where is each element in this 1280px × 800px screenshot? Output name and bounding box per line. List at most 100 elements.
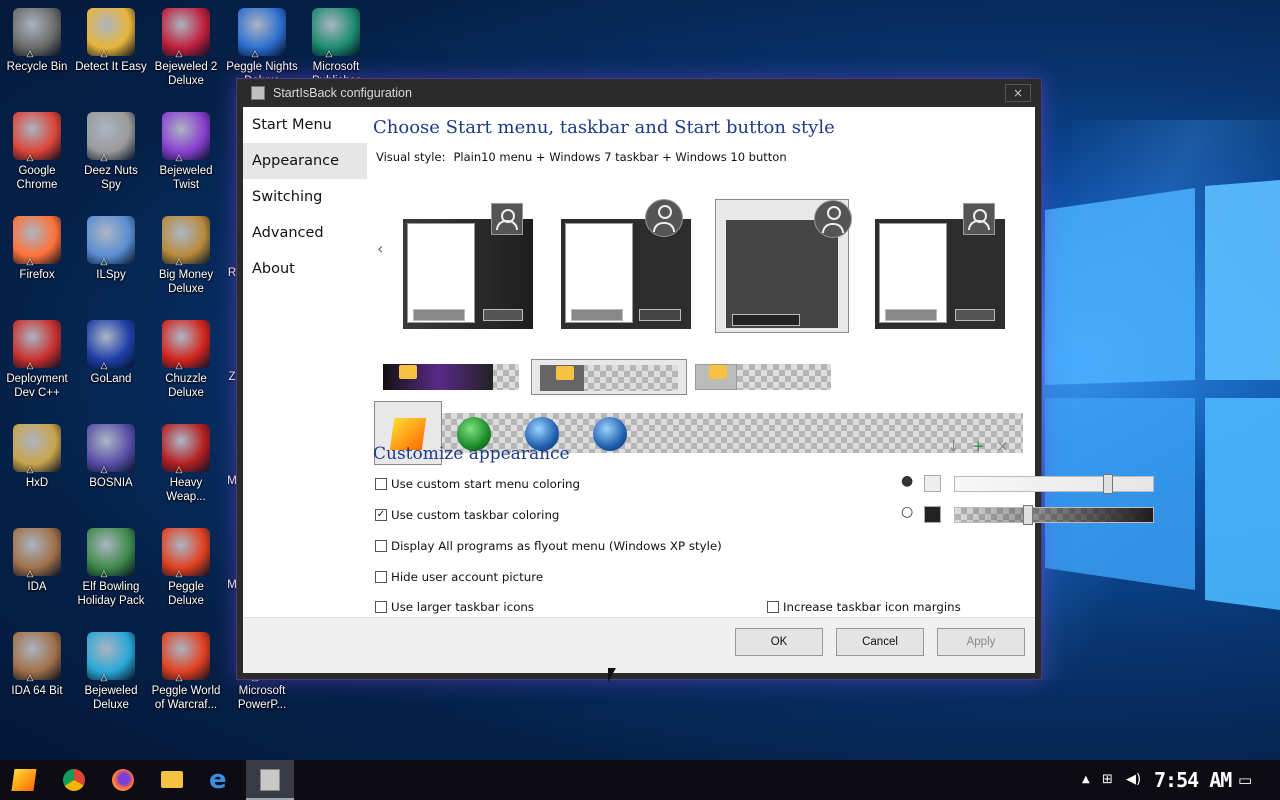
shortcut-arrow-icon: △ (175, 48, 183, 58)
taskbar-chrome[interactable] (50, 760, 98, 800)
desktop-icon-label: HxD (25, 477, 49, 489)
apply-button[interactable]: Apply (937, 628, 1025, 656)
taskbar-firefox[interactable] (99, 760, 147, 800)
desktop-icon[interactable]: △ Google Chrome (0, 112, 74, 192)
cancel-button[interactable]: Cancel (836, 628, 924, 656)
opacity-drop-outline-icon: ○ (901, 504, 914, 520)
desktop-icon-label: Bejeweled 2 Deluxe (154, 61, 218, 87)
checkbox-checked[interactable]: ✓ (375, 509, 387, 521)
sidebar-item-advanced[interactable]: Advanced (243, 215, 367, 251)
desktop-icon[interactable]: △ Bejeweled Deluxe (74, 632, 148, 712)
start-menu-transparency-slider[interactable] (954, 474, 1154, 494)
shortcut-arrow-icon: △ (100, 256, 108, 266)
folder-icon (709, 365, 727, 379)
checkbox[interactable] (375, 601, 387, 613)
desktop-icon[interactable]: △ GoLand (74, 320, 148, 386)
taskbar-style-thumbnail[interactable] (383, 359, 523, 395)
desktop-icon[interactable]: △ HxD (0, 424, 74, 490)
option-hide-user-picture[interactable]: Hide user account picture (375, 570, 543, 584)
desktop-icon[interactable]: △ Peggle World of Warcraf... (149, 632, 223, 712)
peggle-wow-icon: △ (162, 632, 210, 682)
desktop-icon[interactable]: △ Big Money Deluxe (149, 216, 223, 296)
sidebar-item-start-menu[interactable]: Start Menu (243, 107, 367, 143)
desktop-icon-label: Big Money Deluxe (158, 269, 214, 295)
checkbox[interactable] (375, 571, 387, 583)
taskbar-edge[interactable]: e (197, 760, 245, 800)
network-icon[interactable]: ⊞ (1102, 760, 1113, 800)
chevron-left-icon[interactable]: ‹ (377, 239, 383, 258)
notification-icon[interactable]: ▭ (1238, 760, 1252, 800)
taskbar-transparency-slider[interactable] (954, 505, 1154, 525)
desktop-icon[interactable]: △ Recycle Bin (0, 8, 74, 74)
option-custom-start-menu-coloring[interactable]: Use custom start menu coloring (375, 477, 580, 491)
firefox-icon (112, 769, 134, 791)
slider-thumb[interactable] (1023, 505, 1033, 525)
chrome-icon (63, 769, 85, 791)
menu-style-thumbnail[interactable] (873, 199, 1007, 333)
windows10-orb-icon[interactable] (593, 417, 627, 451)
option-larger-taskbar-icons[interactable]: Use larger taskbar icons (375, 600, 534, 614)
ida-icon: △ (13, 528, 61, 578)
edge-icon: e (209, 765, 227, 795)
taskbar-style-thumbnail[interactable] (695, 359, 835, 395)
download-icon[interactable]: ↓ (947, 437, 972, 455)
start-button[interactable] (0, 760, 48, 800)
desktop-icon-label: Google Chrome (16, 165, 58, 191)
shortcut-arrow-icon: △ (100, 568, 108, 578)
sidebar-item-switching[interactable]: Switching (243, 179, 367, 215)
desktop-icon[interactable]: △ IDA (0, 528, 74, 594)
desktop-icon[interactable]: △ Elf Bowling Holiday Pack (74, 528, 148, 608)
desktop-icon[interactable]: △ Firefox (0, 216, 74, 282)
taskbar-startisback-config[interactable] (246, 760, 294, 800)
menu-style-thumbnail[interactable] (559, 199, 693, 333)
start-menu-color-swatch[interactable] (924, 475, 941, 492)
tray-overflow-icon[interactable]: ▲ (1082, 760, 1090, 800)
desktop-icon[interactable]: △ Detect It Easy (74, 8, 148, 74)
remove-icon[interactable]: × (996, 437, 1021, 455)
shortcut-arrow-icon: △ (175, 360, 183, 370)
peggle-deluxe-icon: △ (162, 528, 210, 578)
window-client: Start Menu Appearance Switching Advanced… (243, 107, 1154, 673)
desktop-icon[interactable]: △ Peggle Deluxe (149, 528, 223, 608)
heavy-weapon-icon: △ (162, 424, 210, 474)
slider-thumb[interactable] (1103, 474, 1113, 494)
desktop-icon[interactable]: △ Bejeweled 2 Deluxe (149, 8, 223, 88)
menu-style-thumbnail[interactable] (401, 199, 535, 333)
visual-style-label: Visual style: (376, 150, 446, 164)
desktop-icon[interactable]: △ BOSNIA (74, 424, 148, 490)
desktop-icon-label: Microsoft PowerP... (237, 685, 287, 711)
desktop-icon[interactable]: △ Bejeweled Twist (149, 112, 223, 192)
shortcut-arrow-icon: △ (100, 672, 108, 682)
desktop-icon[interactable]: △ Heavy Weap... (149, 424, 223, 504)
taskbar-clock[interactable]: 7:54 AM (1154, 760, 1232, 800)
checkbox[interactable] (375, 540, 387, 552)
ok-button[interactable]: OK (735, 628, 823, 656)
window-titlebar[interactable]: StartIsBack configuration (237, 79, 1041, 107)
close-button[interactable]: × (1005, 84, 1031, 102)
taskbar-file-explorer[interactable] (148, 760, 196, 800)
option-increase-icon-margins[interactable]: Increase taskbar icon margins (767, 600, 961, 614)
shortcut-arrow-icon: △ (175, 152, 183, 162)
taskbar-style-thumbnail-selected[interactable] (531, 359, 687, 395)
sidebar-item-appearance[interactable]: Appearance (243, 143, 367, 179)
add-icon[interactable]: + (972, 437, 997, 455)
desktop-icon[interactable]: △Peggle Nights Deluxe (225, 8, 299, 88)
desktop-icon[interactable]: △ IDA 64 Bit (0, 632, 74, 698)
desktop-icon[interactable]: △ Deez Nuts Spy (74, 112, 148, 192)
menu-style-thumbnail-selected[interactable] (715, 199, 852, 333)
desktop-icon[interactable]: △ Chuzzle Deluxe (149, 320, 223, 400)
taskbar-color-swatch[interactable] (924, 506, 941, 523)
option-all-programs-flyout[interactable]: Display All programs as flyout menu (Win… (375, 539, 722, 553)
shortcut-arrow-icon: △ (100, 48, 108, 58)
shortcut-arrow-icon: △ (175, 672, 183, 682)
desktop-icon[interactable]: △ Deployment Dev C++ (0, 320, 74, 400)
checkbox[interactable] (375, 478, 387, 490)
desktop-icon-label: Heavy Weap... (166, 477, 206, 503)
option-custom-taskbar-coloring[interactable]: ✓ Use custom taskbar coloring (375, 508, 559, 522)
dev-cpp-icon: △ (13, 320, 61, 370)
volume-icon[interactable]: ◀) (1126, 760, 1141, 800)
desktop-icon[interactable]: △ ILSpy (74, 216, 148, 282)
sidebar-item-about[interactable]: About (243, 251, 367, 287)
user-avatar-icon (491, 203, 523, 235)
checkbox[interactable] (767, 601, 779, 613)
